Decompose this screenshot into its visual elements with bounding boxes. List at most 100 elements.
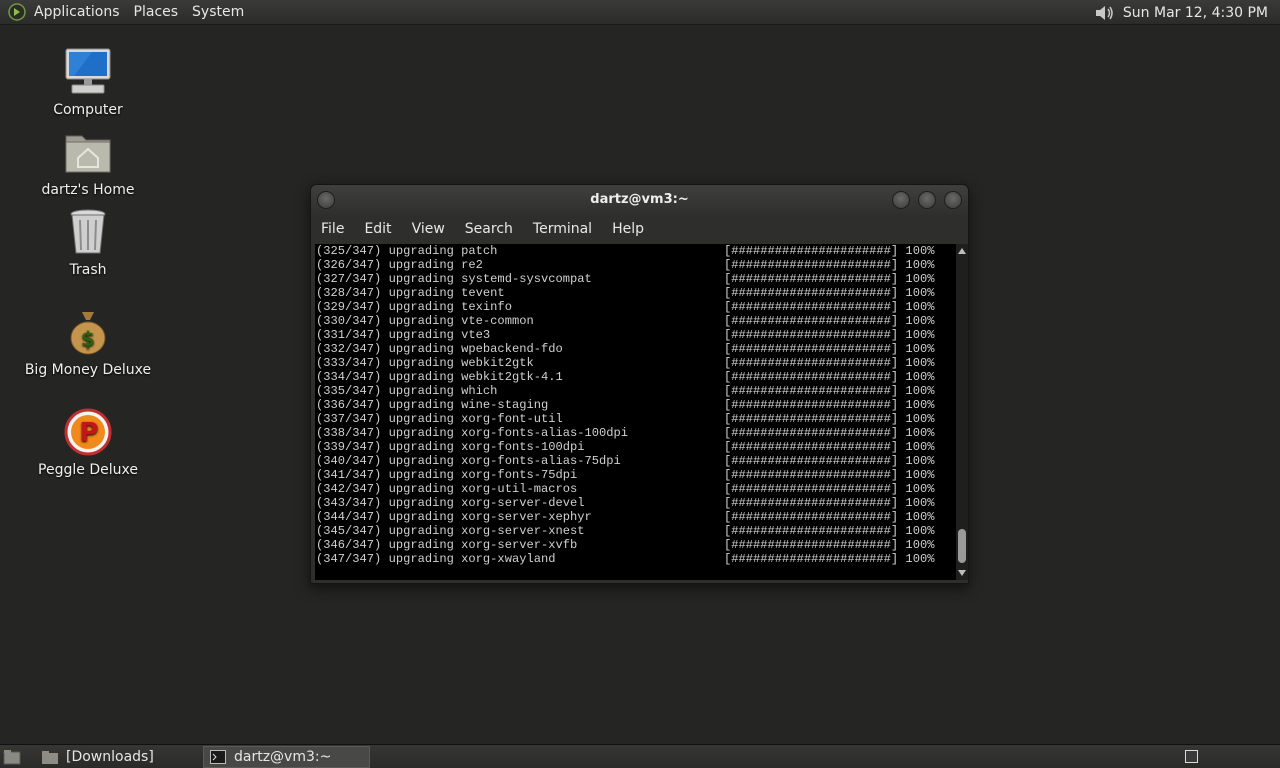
line-text: (328/347) upgrading tevent bbox=[316, 286, 505, 300]
close-button[interactable] bbox=[944, 191, 962, 209]
terminal-line: (329/347) upgrading texinfo [############… bbox=[316, 300, 956, 314]
terminal-line: (331/347) upgrading vte3 [###############… bbox=[316, 328, 956, 342]
menu-applications[interactable]: Applications bbox=[34, 4, 120, 20]
clock[interactable]: Sun Mar 12, 4:30 PM bbox=[1123, 5, 1268, 21]
line-text: (346/347) upgrading xorg-server-xvfb bbox=[316, 538, 578, 552]
line-text: (329/347) upgrading texinfo bbox=[316, 300, 512, 314]
line-text: (347/347) upgrading xorg-xwayland bbox=[316, 552, 556, 566]
window-menu-button[interactable] bbox=[317, 191, 335, 209]
computer-icon bbox=[65, 48, 111, 94]
terminal-line: (332/347) upgrading wpebackend-fdo [#####… bbox=[316, 342, 956, 356]
line-progress: [######################] 100% bbox=[724, 328, 935, 342]
panel-tray: Sun Mar 12, 4:30 PM bbox=[1093, 0, 1280, 25]
task-terminal[interactable]: dartz@vm3:~ bbox=[203, 746, 370, 768]
distro-logo-icon[interactable] bbox=[8, 3, 26, 21]
line-progress: [######################] 100% bbox=[724, 482, 935, 496]
scroll-down-icon[interactable] bbox=[958, 570, 966, 576]
terminal-icon bbox=[210, 750, 226, 764]
line-text: (342/347) upgrading xorg-util-macros bbox=[316, 482, 578, 496]
terminal-line: (343/347) upgrading xorg-server-devel [##… bbox=[316, 496, 956, 510]
line-progress: [######################] 100% bbox=[724, 496, 935, 510]
terminal-line: (342/347) upgrading xorg-util-macros [###… bbox=[316, 482, 956, 496]
line-text: (344/347) upgrading xorg-server-xephyr bbox=[316, 510, 592, 524]
desktop-icon-label: Big Money Deluxe bbox=[24, 362, 152, 378]
terminal-line: (334/347) upgrading webkit2gtk-4.1 [#####… bbox=[316, 370, 956, 384]
task-downloads[interactable]: [Downloads] bbox=[36, 746, 200, 768]
desktop-icon-computer[interactable]: Computer bbox=[18, 46, 158, 118]
svg-text:P: P bbox=[79, 418, 98, 448]
terminal-line: (340/347) upgrading xorg-fonts-alias-75d… bbox=[316, 454, 956, 468]
top-panel: Applications Places System Sun Mar 12, 4… bbox=[0, 0, 1280, 25]
terminal-window[interactable]: dartz@vm3:~ File Edit View Search Termin… bbox=[310, 184, 969, 584]
menu-file[interactable]: File bbox=[321, 221, 344, 237]
terminal-line: (346/347) upgrading xorg-server-xvfb [###… bbox=[316, 538, 956, 552]
line-progress: [######################] 100% bbox=[724, 454, 935, 468]
terminal-line: (347/347) upgrading xorg-xwayland [######… bbox=[316, 552, 956, 566]
menu-terminal[interactable]: Terminal bbox=[533, 221, 592, 237]
desktop-icon-peggle[interactable]: P Peggle Deluxe bbox=[18, 406, 158, 478]
terminal-line: (326/347) upgrading re2 [################… bbox=[316, 258, 956, 272]
home-folder-icon bbox=[65, 135, 111, 173]
line-progress: [######################] 100% bbox=[724, 552, 935, 566]
line-progress: [######################] 100% bbox=[724, 342, 935, 356]
line-text: (326/347) upgrading re2 bbox=[316, 258, 483, 272]
line-progress: [######################] 100% bbox=[724, 272, 935, 286]
desktop-icon-label: Computer bbox=[53, 102, 123, 118]
line-text: (330/347) upgrading vte-common bbox=[316, 314, 534, 328]
menu-help[interactable]: Help bbox=[612, 221, 644, 237]
line-progress: [######################] 100% bbox=[724, 356, 935, 370]
desktop-icon-label: dartz's Home bbox=[41, 182, 135, 198]
terminal-line: (333/347) upgrading webkit2gtk [#########… bbox=[316, 356, 956, 370]
terminal-line: (325/347) upgrading patch [##############… bbox=[316, 244, 956, 258]
line-text: (345/347) upgrading xorg-server-xnest bbox=[316, 524, 585, 538]
terminal-line: (345/347) upgrading xorg-server-xnest [##… bbox=[316, 524, 956, 538]
line-progress: [######################] 100% bbox=[724, 468, 935, 482]
line-text: (339/347) upgrading xorg-fonts-100dpi bbox=[316, 440, 585, 454]
line-text: (338/347) upgrading xorg-fonts-alias-100… bbox=[316, 426, 629, 440]
line-text: (333/347) upgrading webkit2gtk bbox=[316, 356, 534, 370]
scrollbar-thumb[interactable] bbox=[958, 529, 966, 563]
terminal-output[interactable]: (325/347) upgrading patch [##############… bbox=[315, 244, 956, 580]
line-progress: [######################] 100% bbox=[724, 524, 935, 538]
line-text: (340/347) upgrading xorg-fonts-alias-75d… bbox=[316, 454, 621, 468]
task-label: [Downloads] bbox=[66, 749, 154, 765]
peggle-icon: P bbox=[64, 408, 112, 456]
menu-places[interactable]: Places bbox=[134, 4, 179, 20]
desktop-icon-big-money[interactable]: $ Big Money Deluxe bbox=[18, 306, 158, 378]
terminal-line: (327/347) upgrading systemd-sysvcompat [#… bbox=[316, 272, 956, 286]
terminal-scrollbar[interactable] bbox=[956, 244, 968, 580]
line-text: (336/347) upgrading wine-staging bbox=[316, 398, 549, 412]
show-desktop-button[interactable] bbox=[1185, 750, 1198, 763]
line-progress: [######################] 100% bbox=[724, 384, 935, 398]
line-progress: [######################] 100% bbox=[724, 398, 935, 412]
line-text: (332/347) upgrading wpebackend-fdo bbox=[316, 342, 563, 356]
line-progress: [######################] 100% bbox=[724, 510, 935, 524]
volume-icon[interactable] bbox=[1093, 2, 1115, 24]
menu-edit[interactable]: Edit bbox=[364, 221, 391, 237]
line-text: (334/347) upgrading webkit2gtk-4.1 bbox=[316, 370, 563, 384]
bottom-panel: [Downloads] dartz@vm3:~ bbox=[0, 744, 1280, 768]
svg-text:$: $ bbox=[81, 327, 95, 351]
maximize-button[interactable] bbox=[918, 191, 936, 209]
window-titlebar[interactable]: dartz@vm3:~ bbox=[311, 185, 968, 215]
show-files-icon[interactable] bbox=[3, 749, 21, 765]
terminal-line: (336/347) upgrading wine-staging [#######… bbox=[316, 398, 956, 412]
line-progress: [######################] 100% bbox=[724, 286, 935, 300]
minimize-button[interactable] bbox=[892, 191, 910, 209]
menu-view[interactable]: View bbox=[412, 221, 445, 237]
line-text: (331/347) upgrading vte3 bbox=[316, 328, 491, 342]
desktop-icon-label: Trash bbox=[69, 262, 107, 278]
terminal-line: (339/347) upgrading xorg-fonts-100dpi [##… bbox=[316, 440, 956, 454]
terminal-line: (338/347) upgrading xorg-fonts-alias-100… bbox=[316, 426, 956, 440]
line-progress: [######################] 100% bbox=[724, 314, 935, 328]
line-progress: [######################] 100% bbox=[724, 426, 935, 440]
desktop-icon-label: Peggle Deluxe bbox=[38, 462, 138, 478]
menu-system[interactable]: System bbox=[192, 4, 244, 20]
line-progress: [######################] 100% bbox=[724, 370, 935, 384]
desktop-icon-home[interactable]: dartz's Home bbox=[18, 126, 158, 198]
line-progress: [######################] 100% bbox=[724, 538, 935, 552]
scroll-up-icon[interactable] bbox=[958, 248, 966, 254]
line-progress: [######################] 100% bbox=[724, 300, 935, 314]
desktop-icon-trash[interactable]: Trash bbox=[18, 206, 158, 278]
menu-search[interactable]: Search bbox=[465, 221, 513, 237]
